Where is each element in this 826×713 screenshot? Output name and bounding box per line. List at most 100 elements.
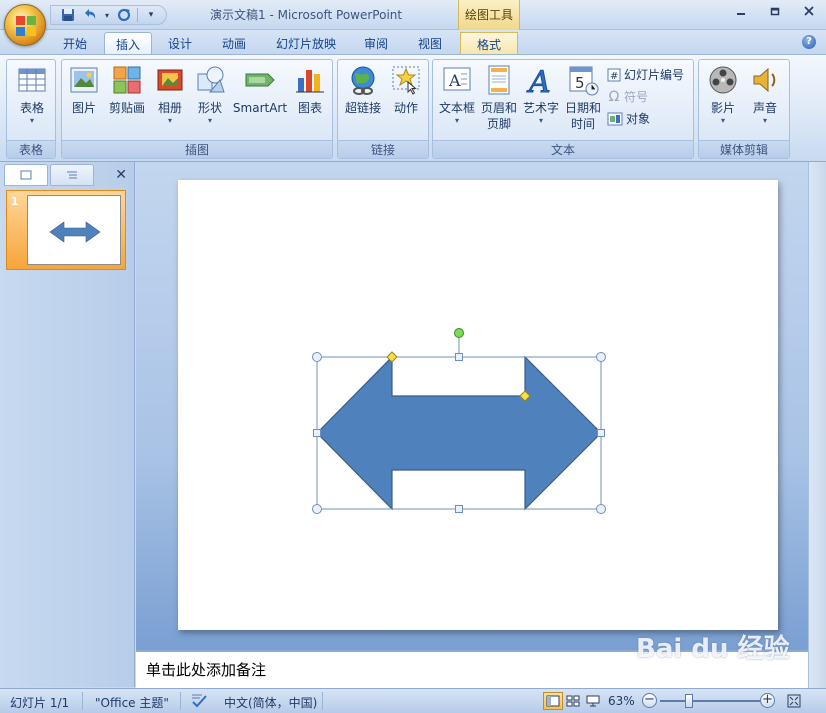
close-icon[interactable] <box>792 0 826 22</box>
rotation-handle[interactable] <box>454 328 464 338</box>
slide-number-label: 幻灯片编号 <box>624 68 685 82</box>
spelling-check-icon[interactable] <box>190 692 208 711</box>
group-text: A 文本框 ▾ 页眉和 页脚 A 艺术字 ▾ 5 日期和 时间 # 幻灯片编号 … <box>432 59 694 159</box>
baidu-watermark: Bai du 经验 <box>636 634 790 664</box>
fit-to-window-icon[interactable] <box>784 692 804 710</box>
table-button-label: 表格 <box>19 101 44 115</box>
tab-format[interactable]: 格式 <box>460 32 518 54</box>
quick-access-toolbar: ▾ ▾ <box>50 5 167 25</box>
notes-placeholder: 单击此处添加备注 <box>146 661 267 679</box>
window-controls <box>724 0 826 22</box>
symbol-button[interactable]: Ω 符号 <box>607 88 648 105</box>
header-footer-button-label: 页眉和 <box>480 101 517 115</box>
shapes-button-label: 形状 <box>197 101 222 115</box>
dropdown-arrow-icon: ▾ <box>167 116 172 125</box>
resize-handle-top-left[interactable] <box>312 352 322 362</box>
normal-view-icon[interactable] <box>543 692 563 710</box>
tab-view[interactable]: 视图 <box>410 32 450 54</box>
tab-home[interactable]: 开始 <box>55 32 95 54</box>
resize-handle-bottom-left[interactable] <box>312 504 322 514</box>
help-icon[interactable]: ? <box>802 35 816 49</box>
group-illustrations: 图片 剪贴画 相册 ▾ 形状 ▾ SmartArt 图表 插图 <box>61 59 333 159</box>
zoom-out-icon[interactable]: − <box>642 693 657 708</box>
tab-slide-show[interactable]: 幻灯片放映 <box>268 32 344 54</box>
undo-dropdown-icon[interactable]: ▾ <box>103 7 111 23</box>
hyperlink-icon <box>351 66 375 95</box>
sound-icon <box>753 67 776 93</box>
ribbon: 表格 ▾ 表格 图片 剪贴画 相册 ▾ 形状 ▾ SmartArt 图表 插图 … <box>0 54 826 162</box>
language-status[interactable]: 中文(简体，中国) <box>224 694 317 711</box>
office-button[interactable] <box>4 4 46 46</box>
slide-show-view-icon[interactable] <box>583 692 603 710</box>
resize-handle-bottom[interactable] <box>455 505 463 513</box>
tab-animations[interactable]: 动画 <box>214 32 254 54</box>
hyperlink-button[interactable]: 超链接 <box>342 64 384 116</box>
wordart-button[interactable]: A 艺术字 ▾ <box>521 64 561 126</box>
textbox-button[interactable]: A 文本框 ▾ <box>437 64 477 126</box>
table-icon <box>18 68 46 92</box>
left-right-arrow-shape[interactable] <box>316 355 602 511</box>
undo-icon[interactable] <box>81 7 99 23</box>
action-button-label: 动作 <box>393 101 418 115</box>
slide-count-status: 幻灯片 1/1 <box>10 696 70 710</box>
tab-outline[interactable] <box>50 164 94 186</box>
resize-handle-bottom-right[interactable] <box>596 504 606 514</box>
tab-slides[interactable] <box>4 164 48 186</box>
header-footer-button[interactable]: 页眉和 页脚 <box>479 64 519 132</box>
zoom-in-icon[interactable]: + <box>760 693 775 708</box>
smartart-button[interactable]: SmartArt <box>232 64 288 116</box>
resize-handle-top-right[interactable] <box>596 352 606 362</box>
restore-icon[interactable] <box>758 0 792 22</box>
symbol-icon: Ω <box>608 88 620 105</box>
minimize-icon[interactable] <box>724 0 758 22</box>
zoom-level[interactable]: 63% <box>608 694 635 708</box>
sound-button[interactable]: 声音 ▾ <box>747 64 783 126</box>
chart-button[interactable]: 图表 <box>294 64 326 116</box>
date-time-button-label-line2: 时间 <box>570 117 595 131</box>
tab-insert[interactable]: 插入 <box>104 32 152 54</box>
date-time-button[interactable]: 5 日期和 时间 <box>563 64 603 132</box>
zoom-slider-track[interactable] <box>660 700 760 702</box>
resize-handle-left[interactable] <box>313 429 321 437</box>
tab-review[interactable]: 审阅 <box>356 32 396 54</box>
save-icon[interactable] <box>59 7 77 23</box>
table-button[interactable]: 表格 ▾ <box>15 64 49 126</box>
slide-thumbnail-selected[interactable]: 1 <box>6 190 126 270</box>
shapes-button[interactable]: 形状 ▾ <box>194 64 226 126</box>
resize-handle-right[interactable] <box>597 429 605 437</box>
zoom-slider-thumb[interactable] <box>685 694 693 708</box>
picture-button[interactable]: 图片 <box>68 64 100 116</box>
redo-icon[interactable] <box>115 7 133 23</box>
thumbnail-double-arrow-shape <box>49 221 101 243</box>
notes-scrollbar[interactable] <box>808 650 826 688</box>
movie-button[interactable]: 影片 ▾ <box>705 64 741 126</box>
resize-handle-top[interactable] <box>455 353 463 361</box>
close-panel-icon[interactable]: ✕ <box>115 167 127 183</box>
theme-status[interactable]: "Office 主题" <box>95 694 169 711</box>
photo-album-button[interactable]: 相册 ▾ <box>154 64 186 126</box>
picture-icon <box>70 67 98 93</box>
action-button[interactable]: 动作 <box>388 64 424 116</box>
slide-canvas[interactable] <box>178 180 778 630</box>
picture-button-label: 图片 <box>71 101 96 115</box>
slide-shape-layer <box>312 328 606 514</box>
clipart-button[interactable]: 剪贴画 <box>106 64 148 116</box>
group-label-links: 链接 <box>338 140 428 158</box>
qat-separator <box>137 8 138 22</box>
shapes-icon <box>197 66 225 93</box>
slides-panel-tabs: ✕ <box>0 164 135 186</box>
tab-design[interactable]: 设计 <box>160 32 200 54</box>
slide-number-button[interactable]: # 幻灯片编号 <box>607 66 684 83</box>
slide-thumbnail[interactable] <box>27 195 121 265</box>
object-button[interactable]: 对象 <box>607 110 650 127</box>
group-media: 影片 ▾ 声音 ▾ 媒体剪辑 <box>698 59 790 159</box>
svg-text:5: 5 <box>575 74 585 92</box>
slide-sorter-view-icon[interactable] <box>563 692 583 710</box>
header-footer-icon <box>488 65 510 95</box>
smartart-icon <box>245 73 275 87</box>
customize-qat-icon[interactable]: ▾ <box>142 7 160 23</box>
vertical-scrollbar[interactable] <box>808 162 826 650</box>
slide-thumbnail-number: 1 <box>11 195 19 208</box>
symbol-label: 符号 <box>624 90 649 104</box>
status-bar: 幻灯片 1/1 "Office 主题" 中文(简体，中国) 63% − + <box>0 688 826 713</box>
